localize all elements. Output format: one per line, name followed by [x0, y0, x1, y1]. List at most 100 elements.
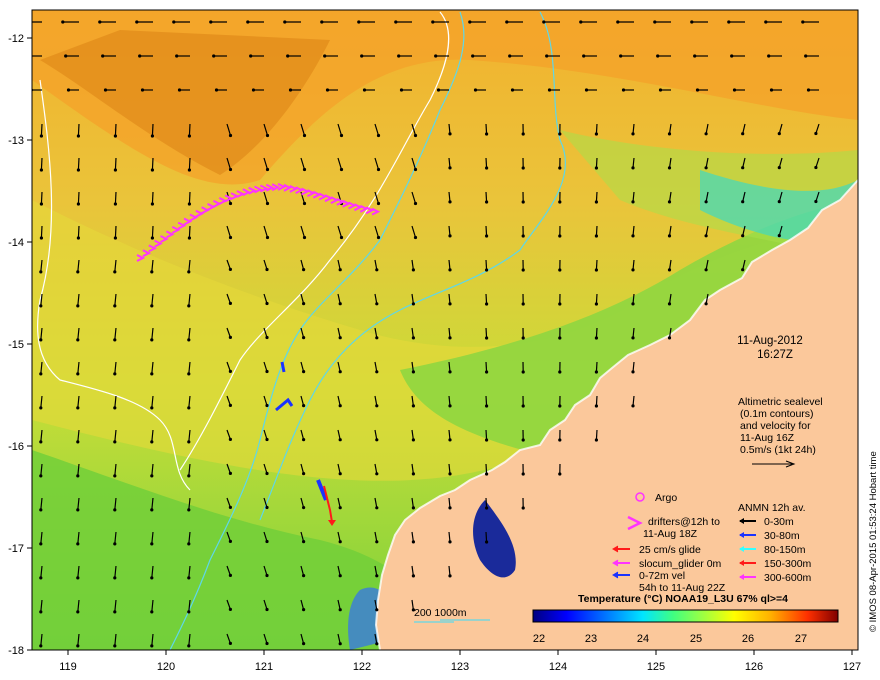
velocity-arrowhead [187, 338, 191, 342]
velocity-arrowhead [172, 20, 176, 24]
velocity-arrowhead [521, 302, 525, 306]
velocity-arrowhead [594, 268, 599, 272]
velocity-arrowhead [521, 336, 525, 340]
velocity-arrow [40, 123, 43, 137]
colorbar-tick-label: 25 [690, 633, 702, 645]
velocity-arrowhead [228, 167, 233, 172]
velocity-arrowhead [249, 54, 253, 58]
altimetry-line: and velocity for [740, 420, 811, 432]
velocity-arrowhead [283, 20, 287, 24]
velocity-arrow [151, 157, 154, 171]
velocity-arrowhead [302, 201, 307, 206]
velocity-arrowhead [521, 268, 525, 272]
velocity-arrowhead [448, 472, 452, 476]
velocity-arrow [77, 191, 80, 205]
velocity-arrowhead [39, 508, 43, 512]
velocity-arrowhead [376, 235, 381, 240]
velocity-arrow [188, 225, 191, 239]
velocity-arrowhead [704, 132, 708, 136]
anmn-label: 300-600m [764, 572, 812, 584]
colorbar-tick-label: 27 [795, 633, 807, 645]
velocity-arrowhead [594, 438, 599, 442]
velocity-arrow [151, 225, 154, 239]
velocity-arrowhead [101, 54, 105, 58]
velocity-arrowhead [399, 88, 404, 92]
velocity-arrowhead [187, 372, 191, 376]
anmn-label: 0-30m [764, 516, 794, 528]
velocity-arrowhead [394, 20, 398, 24]
velocity-arrowhead [521, 438, 525, 442]
velocity-arrowhead [113, 372, 117, 376]
drifter-legend-line: drifters@12h to [648, 516, 720, 528]
velocity-arrowhead [777, 234, 781, 238]
velocity-arrow [77, 157, 80, 171]
velocity-arrowhead [741, 132, 745, 136]
velocity-arrowhead [265, 369, 269, 374]
altimetry-line: 0.5m/s (1kt 24h) [740, 444, 816, 456]
velocity-arrowhead [187, 270, 191, 274]
lat-tick-label: -14 [8, 237, 24, 249]
anmn-title: ANMN 12h av. [738, 502, 806, 514]
velocity-arrowhead [302, 302, 306, 306]
velocity-arrowhead [214, 88, 219, 92]
velocity-arrowhead [150, 440, 154, 444]
velocity-arrowhead [228, 437, 232, 441]
velocity-arrowhead [288, 88, 293, 92]
velocity-arrowhead [558, 336, 562, 340]
isobath-legend-label: 200 1000m [414, 607, 467, 619]
velocity-arrowhead [631, 166, 635, 170]
lat-tick-label: -12 [8, 33, 24, 45]
velocity-arrowhead [98, 20, 102, 24]
velocity-arrowhead [150, 168, 154, 172]
velocity-arrowhead [448, 438, 452, 442]
velocity-arrowhead [375, 370, 379, 374]
velocity-arrowhead [228, 335, 232, 339]
velocity-arrowhead [558, 472, 562, 476]
velocity-arrowhead [228, 267, 232, 271]
velocity-arrowhead [485, 404, 489, 408]
longitude-axis: 119 120 121 122 123 124 125 126 127 [59, 650, 861, 673]
velocity-arrowhead [76, 610, 80, 614]
velocity-arrowhead [66, 88, 71, 92]
velocity-arrowhead [485, 268, 489, 272]
velocity-arrowhead [150, 474, 154, 478]
velocity-arrow [40, 157, 43, 171]
velocity-arrowhead [375, 642, 379, 646]
velocity-arrowhead [338, 336, 342, 340]
anmn-label: 80-150m [764, 544, 806, 556]
velocity-arrowhead [814, 165, 818, 170]
velocity-arrowhead [265, 335, 269, 340]
velocity-arrowhead [485, 438, 489, 442]
velocity-arrowhead [228, 301, 232, 305]
lon-tick-label: 126 [745, 661, 763, 673]
velocity-arrowhead [265, 301, 269, 306]
colorbar-tick-label: 26 [742, 633, 754, 645]
anmn-label: 30-80m [764, 530, 800, 542]
velocity-arrowhead [323, 54, 327, 58]
velocity-arrowhead [302, 133, 307, 138]
velocity-arrowhead [39, 372, 43, 376]
velocity-arrowhead [76, 134, 80, 138]
velocity-arrowhead [558, 200, 562, 204]
velocity-arrowhead [113, 406, 117, 410]
velocity-arrowhead [76, 338, 80, 342]
velocity-arrowhead [376, 201, 381, 206]
velocity-arrowhead [448, 200, 452, 204]
lon-tick-label: 124 [549, 661, 567, 673]
velocity-arrowhead [667, 166, 672, 170]
velocity-arrowhead [631, 200, 635, 204]
velocity-arrowhead [411, 540, 415, 544]
velocity-arrowhead [814, 199, 818, 204]
velocity-arrowhead [228, 403, 232, 407]
velocity-arrow [188, 191, 191, 205]
velocity-arrowhead [265, 573, 269, 578]
velocity-arrowhead [767, 54, 771, 58]
velocity-arrowhead [690, 20, 694, 24]
velocity-arrowhead [619, 54, 623, 58]
velocity-arrowhead [76, 372, 80, 376]
velocity-arrowhead [411, 472, 415, 476]
velocity-arrowhead [594, 234, 599, 238]
velocity-arrowhead [302, 235, 307, 240]
velocity-arrowhead [521, 370, 525, 374]
velocity-arrowhead [338, 370, 342, 374]
